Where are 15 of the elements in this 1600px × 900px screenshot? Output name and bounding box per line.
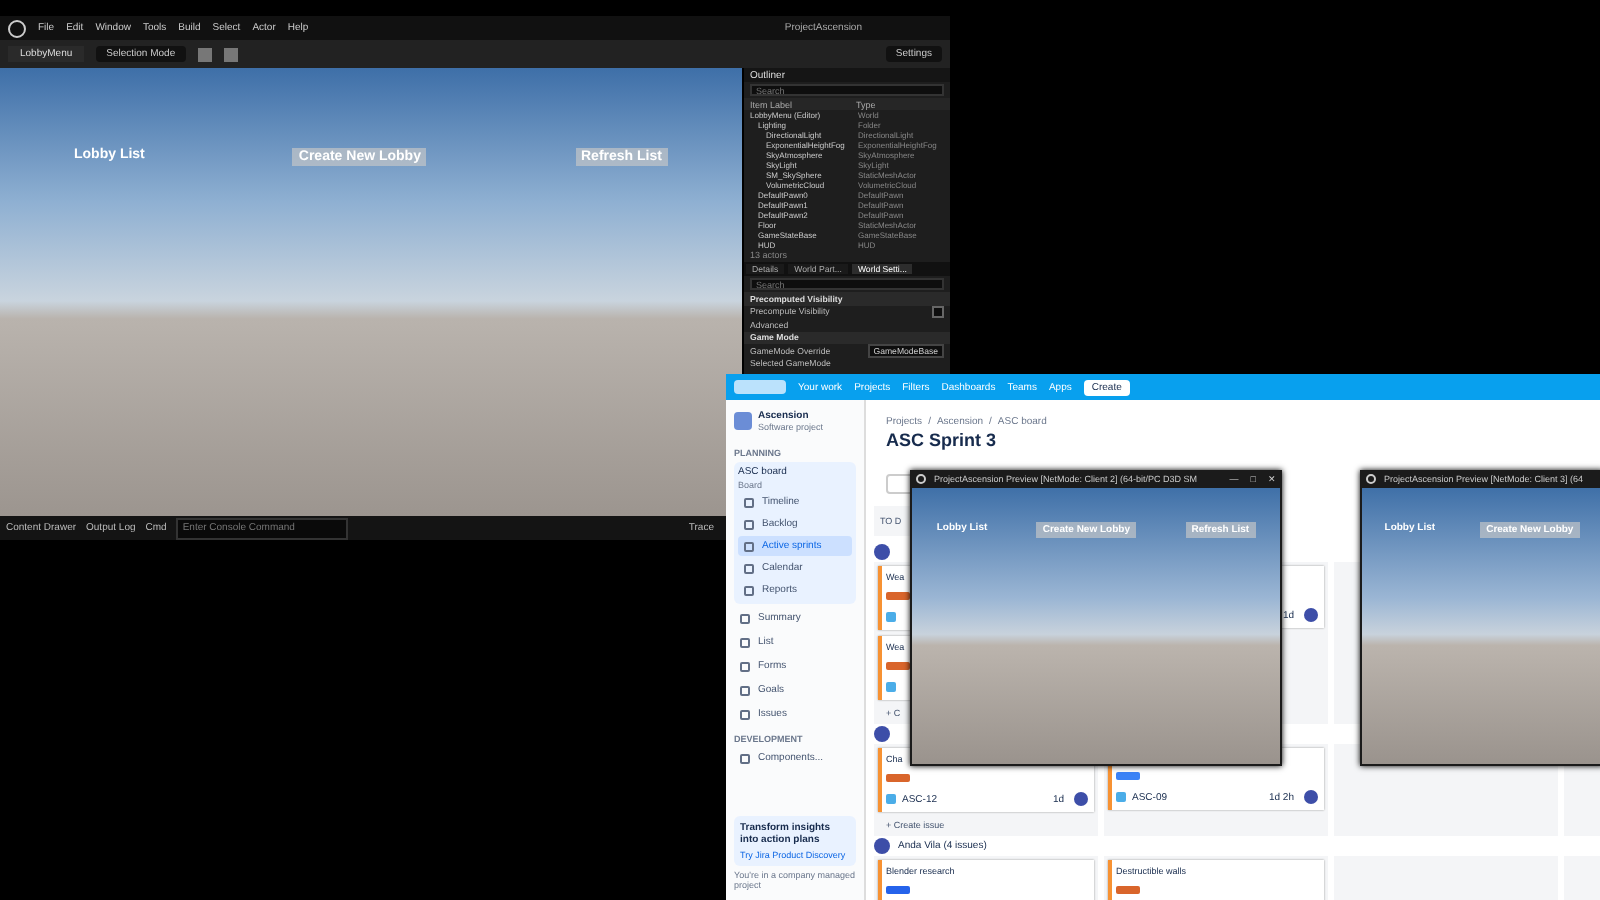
task-icon — [886, 612, 896, 622]
avatar-icon — [874, 726, 890, 742]
task-icon — [886, 682, 896, 692]
sprint-title: ASC Sprint 3 — [884, 430, 999, 454]
project-avatar-icon — [734, 412, 752, 430]
engine-logo-icon — [1366, 474, 1376, 484]
avatar-icon — [874, 544, 890, 560]
avatar-icon — [1304, 608, 1318, 622]
task-icon — [1116, 792, 1126, 802]
avatar-icon — [1074, 792, 1088, 806]
engine-logo-icon — [916, 474, 926, 484]
task-icon — [886, 794, 896, 804]
avatar-icon — [1304, 790, 1318, 804]
avatar-icon — [874, 838, 890, 854]
engine-logo-icon[interactable] — [8, 19, 26, 37]
